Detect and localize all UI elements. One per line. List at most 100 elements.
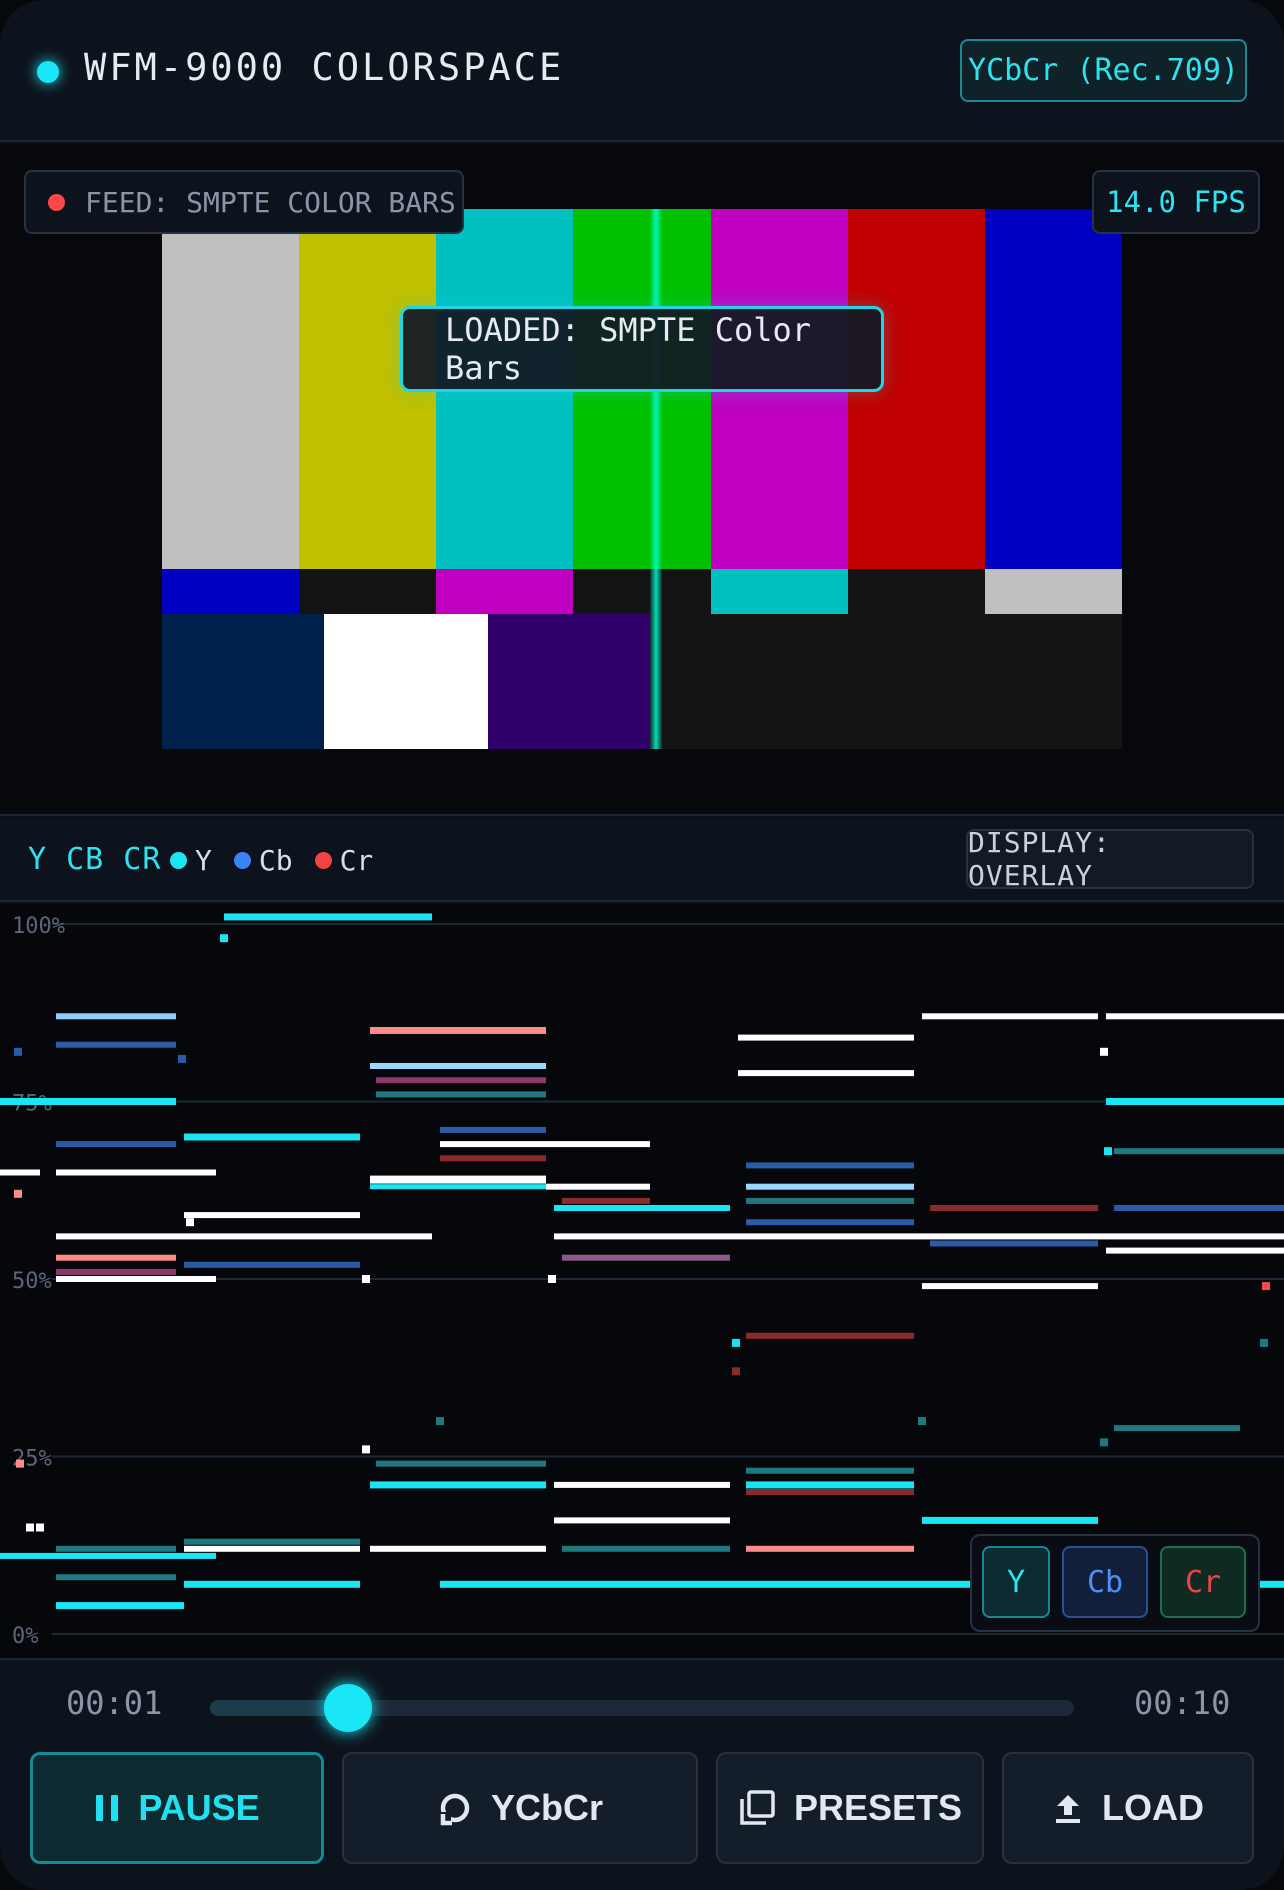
trace-segment xyxy=(184,1580,360,1588)
color-bar xyxy=(162,569,300,614)
trace-segment xyxy=(746,1197,914,1204)
channel-toggle-y[interactable]: Y xyxy=(982,1546,1050,1618)
loaded-toast: LOADED: SMPTE Color Bars xyxy=(400,306,884,392)
color-bars-bottom xyxy=(162,614,1122,749)
trace-segment xyxy=(1106,1013,1284,1020)
scope-traces xyxy=(0,913,1284,1610)
trace-segment xyxy=(562,1197,650,1204)
channel-toggle-cr[interactable]: Cr xyxy=(1160,1546,1246,1618)
trace-dot xyxy=(1100,1047,1108,1056)
status-indicator xyxy=(37,61,59,83)
total-time: 00:10 xyxy=(1134,1684,1231,1722)
trace-segment xyxy=(184,1538,360,1545)
color-bars-middle xyxy=(162,569,1122,614)
trace-segment xyxy=(56,1276,216,1282)
trace-segment xyxy=(554,1517,730,1524)
video-preview: FEED: SMPTE COLOR BARS 14.0 FPS LOADED: … xyxy=(0,144,1284,816)
color-bar xyxy=(324,614,488,749)
gridline-label: 50% xyxy=(12,1269,52,1294)
trace-dot xyxy=(732,1367,740,1376)
pause-label: PAUSE xyxy=(138,1787,260,1828)
scope-header: Y CB CR Y Cb Cr DISPLAY: OVERLAY xyxy=(0,818,1284,902)
current-time: 00:01 xyxy=(66,1684,163,1722)
presets-button[interactable]: PRESETS xyxy=(716,1752,984,1864)
trace-segment xyxy=(376,1077,546,1084)
trace-segment xyxy=(746,1183,914,1190)
color-bar xyxy=(984,209,1122,569)
trace-dot xyxy=(14,1047,22,1056)
trace-segment xyxy=(746,1545,914,1552)
legend-dot-icon xyxy=(314,852,332,869)
trace-dot xyxy=(186,1218,194,1227)
trace-segment xyxy=(554,1481,730,1488)
timeline-track[interactable] xyxy=(210,1684,1074,1732)
legend-label: Cb xyxy=(258,844,293,877)
trace-segment xyxy=(56,1574,176,1581)
trace-segment xyxy=(56,1254,176,1261)
timeline: 00:01 00:10 xyxy=(0,1658,1284,1748)
trace-dot xyxy=(548,1275,556,1283)
trace-segment xyxy=(370,1545,546,1552)
trace-dot xyxy=(14,1189,22,1198)
trace-segment xyxy=(184,1261,360,1268)
color-bar xyxy=(162,209,300,569)
channel-toggle-cb[interactable]: Cb xyxy=(1062,1546,1148,1618)
trace-segment xyxy=(184,1545,360,1552)
trace-dot xyxy=(918,1417,926,1425)
trace-segment xyxy=(746,1219,914,1226)
presets-label: PRESETS xyxy=(793,1787,963,1828)
trace-segment xyxy=(440,1141,650,1148)
colorspace-mode-badge[interactable]: YCbCr (Rec.709) xyxy=(960,39,1247,102)
trace-segment xyxy=(922,1283,1098,1290)
trace-segment xyxy=(370,1027,546,1034)
trace-segment xyxy=(922,1013,1098,1020)
waveform-scope: 100%75%50%25%0% Y Cb Cr xyxy=(0,904,1284,1658)
pause-button[interactable]: PAUSE xyxy=(30,1752,324,1864)
cycle-icon xyxy=(440,1793,470,1826)
trace-segment xyxy=(930,1205,1098,1211)
trace-dot xyxy=(1260,1338,1268,1347)
trace-segment xyxy=(0,1098,176,1105)
color-bar xyxy=(847,569,985,614)
copy-icon xyxy=(740,1790,775,1825)
trace-segment xyxy=(1114,1205,1284,1211)
trace-segment xyxy=(56,1602,184,1610)
trace-dot xyxy=(436,1417,444,1425)
timeline-scrubber-handle[interactable] xyxy=(324,1684,373,1732)
color-bar xyxy=(710,569,848,614)
legend-label: Cr xyxy=(339,844,374,877)
trace-segment xyxy=(440,1126,546,1133)
control-bar: PAUSE YCbCr PRESETS LOAD xyxy=(0,1748,1284,1890)
color-bar xyxy=(299,569,437,614)
trace-dot xyxy=(26,1523,34,1532)
colorspace-button[interactable]: YCbCr xyxy=(342,1752,698,1864)
trace-dot xyxy=(1104,1147,1112,1156)
trace-segment xyxy=(0,1169,40,1176)
scan-line xyxy=(650,209,662,749)
trace-segment xyxy=(56,1141,176,1148)
legend-dot-icon xyxy=(233,852,251,869)
trace-dot xyxy=(220,934,228,943)
trace-segment xyxy=(554,1233,1284,1240)
pause-icon xyxy=(96,1795,119,1821)
legend-item-cr: Cr xyxy=(314,844,374,877)
trace-segment xyxy=(554,1205,730,1211)
trace-segment xyxy=(370,1063,546,1069)
trace-segment xyxy=(440,1580,970,1588)
fps-badge: 14.0 FPS xyxy=(1092,170,1260,234)
legend-label: Y xyxy=(195,844,212,877)
trace-segment xyxy=(56,1013,176,1020)
trace-dot xyxy=(362,1445,370,1454)
trace-segment xyxy=(0,1552,216,1559)
trace-segment xyxy=(1106,1098,1284,1105)
app-title: WFM-9000 COLORSPACE xyxy=(84,46,565,89)
display-mode-button[interactable]: DISPLAY: OVERLAY xyxy=(966,826,1254,892)
load-button[interactable]: LOAD xyxy=(1002,1752,1254,1864)
trace-dot xyxy=(1262,1282,1270,1291)
trace-segment xyxy=(738,1034,914,1041)
feed-badge: FEED: SMPTE COLOR BARS xyxy=(24,170,464,234)
trace-segment xyxy=(56,1041,176,1048)
color-bar xyxy=(162,614,324,749)
trace-segment xyxy=(376,1460,546,1467)
trace-segment xyxy=(930,1240,1098,1247)
